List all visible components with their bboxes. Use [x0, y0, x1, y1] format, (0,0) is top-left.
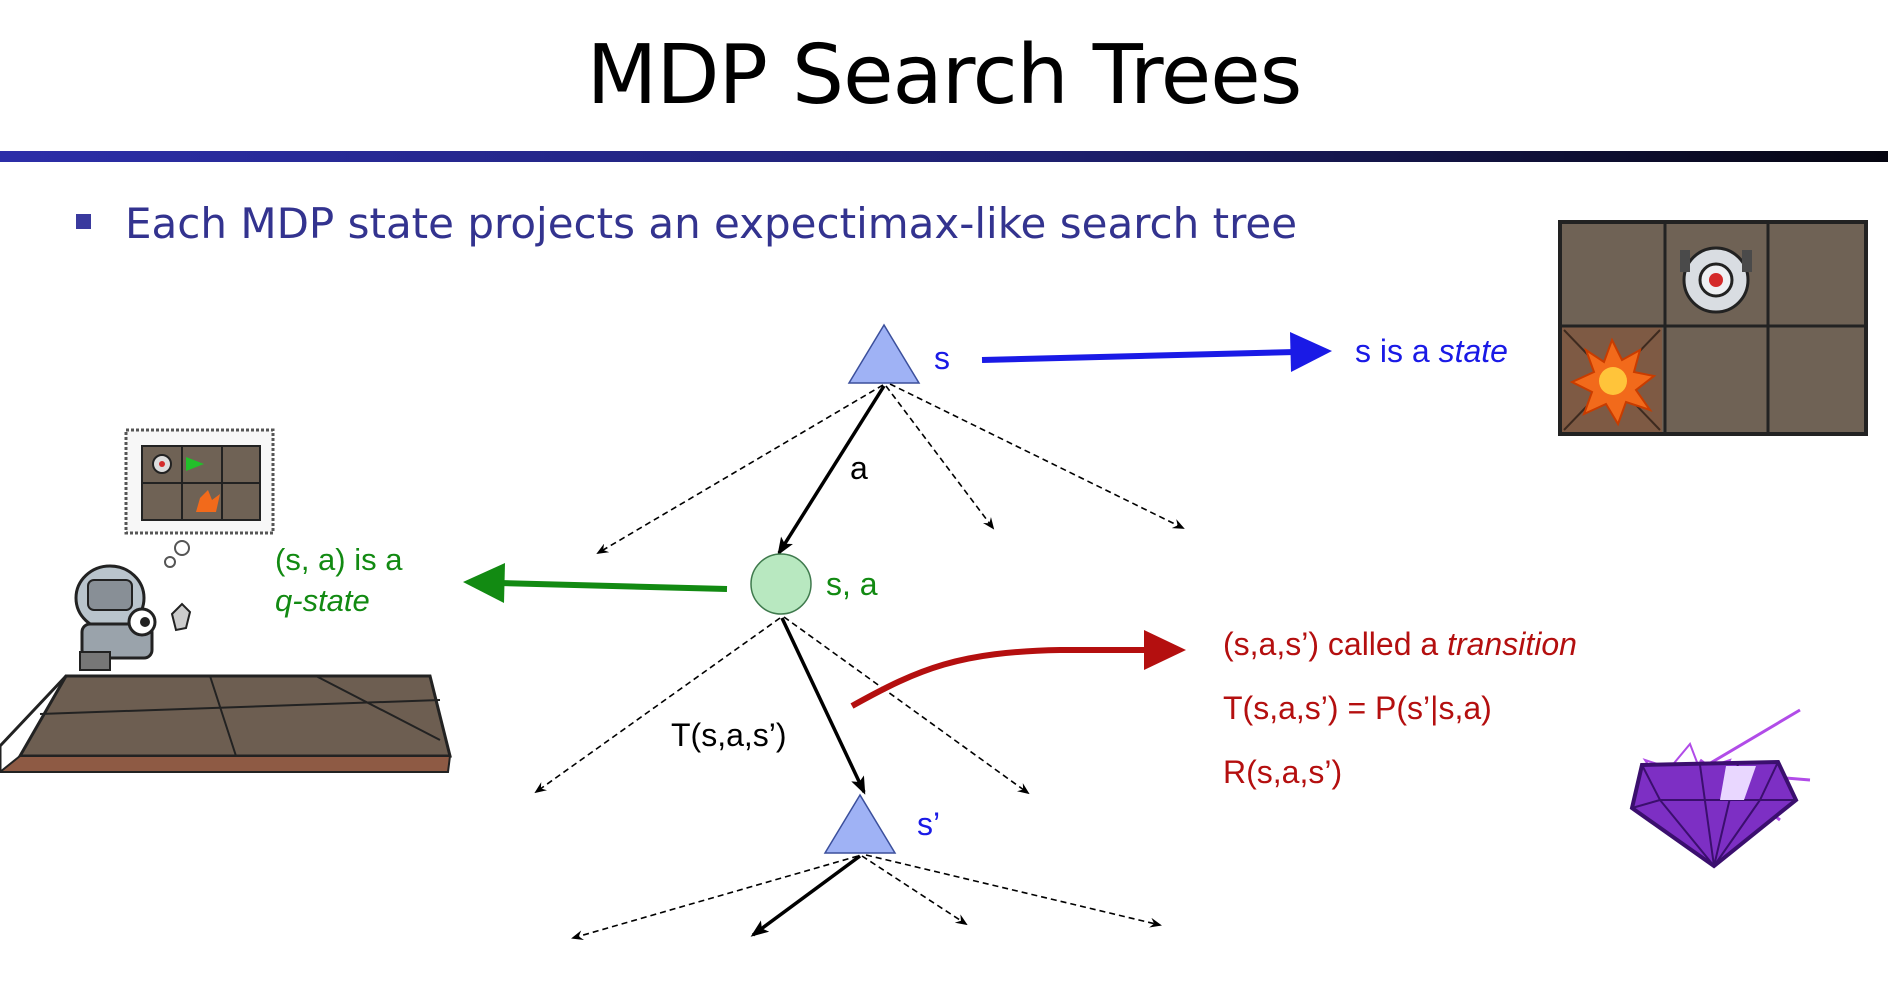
state-node-s [847, 323, 921, 384]
transition-arrow [850, 630, 1186, 709]
gem-reward-icon [1629, 708, 1811, 869]
qstate-arrow [463, 563, 728, 603]
transition-annotation-emph: transition [1447, 626, 1577, 662]
edge-label-transition: T(s,a,s’) [671, 717, 787, 753]
search-tree-diagram [0, 220, 1868, 941]
qstate-annotation-line1: (s, a) is a [275, 542, 403, 577]
state-node-s-prime [823, 793, 897, 854]
state-annotation-prefix: s is a [1355, 333, 1439, 369]
transition-annotation-line1: (s,a,s’) called a transition [1223, 626, 1577, 663]
robot-thinking-icon [0, 428, 452, 773]
node-label-s: s [934, 340, 950, 376]
state-arrow [981, 332, 1332, 372]
state-annotation: s is a state [1355, 333, 1508, 370]
qstate-node-sa [750, 553, 812, 615]
qstate-annotation-line2: q-state [275, 583, 370, 618]
node-label-sa: s, a [826, 566, 878, 602]
transition-annotation-line2: T(s,a,s’) = P(s’|s,a) [1223, 690, 1492, 726]
state-annotation-emph: state [1438, 333, 1508, 369]
node-label-s-prime: s’ [917, 806, 941, 842]
transition-annotation-prefix: (s,a,s’) called a [1223, 626, 1448, 662]
gridworld-state-icon [1558, 220, 1868, 436]
transition-annotation-line3: R(s,a,s’) [1223, 754, 1343, 790]
edge-label-a: a [850, 450, 868, 486]
